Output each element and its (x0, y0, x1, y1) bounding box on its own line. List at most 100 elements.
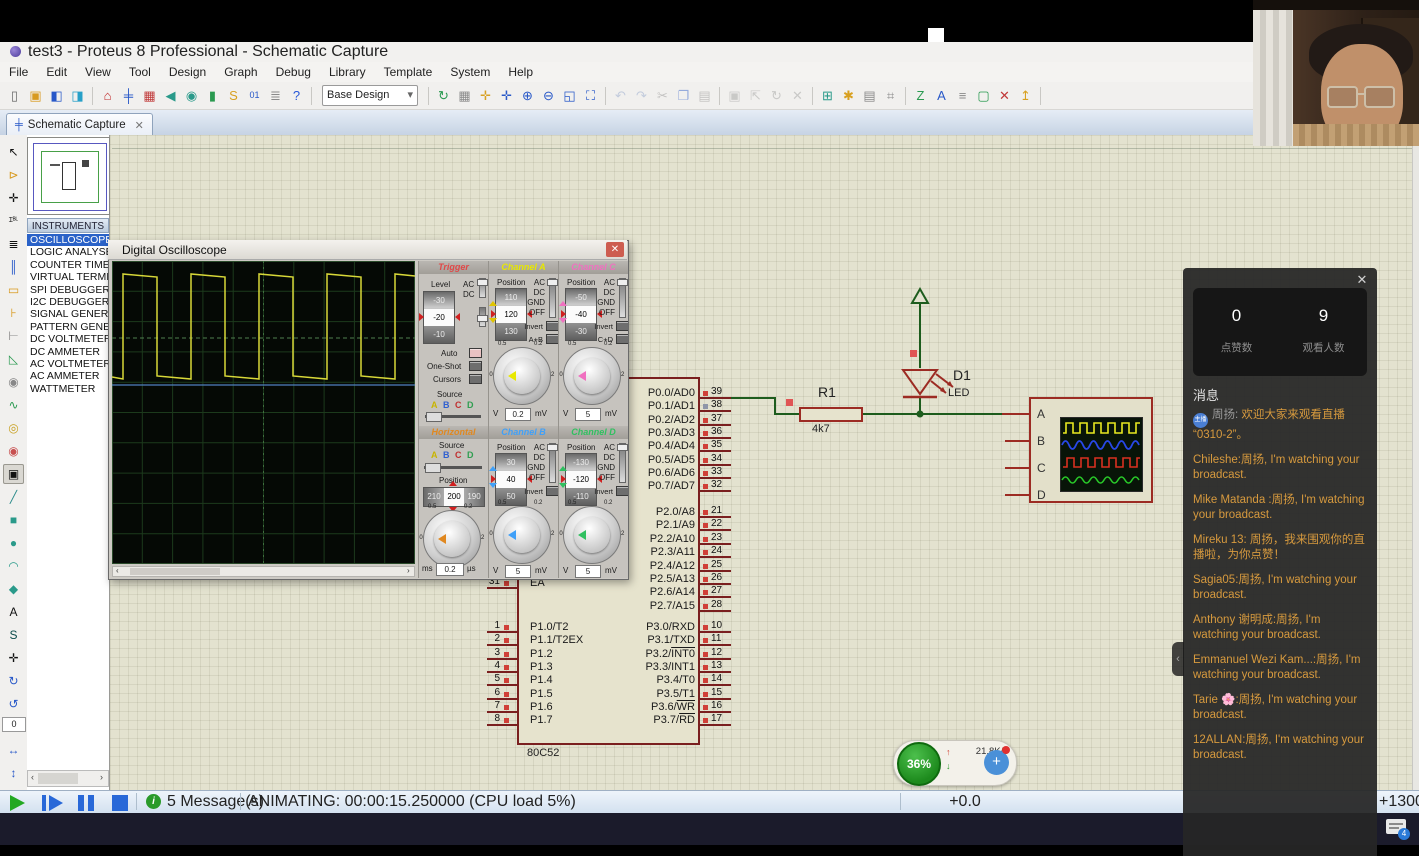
instrument-dc-voltmeter[interactable]: DC VOLTMETER (27, 333, 109, 345)
toolbar-redraw-display-icon[interactable]: ↻ (434, 86, 453, 105)
chat-close-icon[interactable]: ✕ (1354, 272, 1370, 288)
2d-line-mode-icon[interactable]: ╱ (3, 487, 24, 507)
channel-d-position-readout[interactable]: -130-120-110 (565, 453, 597, 506)
source-a[interactable]: A (431, 400, 438, 410)
source-b[interactable]: B (443, 400, 450, 410)
tab-schematic-capture[interactable]: ╪ Schematic Capture ✕ (6, 113, 153, 136)
trigger-edge-thumb[interactable] (477, 315, 488, 322)
channel-c-gain-knob[interactable]: 0.50.2202 (563, 347, 621, 405)
scroll-left-icon[interactable]: ‹ (31, 772, 34, 782)
toolbar-new-document-icon[interactable]: ▯ (5, 86, 24, 105)
text-script-mode-icon[interactable]: ≣ (3, 234, 24, 254)
2d-path-mode-icon[interactable]: ◆ (3, 579, 24, 599)
toolbar-help-icon[interactable]: ? (287, 86, 306, 105)
toolbar-property-assignment-tool-icon[interactable]: ≡ (953, 86, 972, 105)
toolbar-pcb-layout-module-icon[interactable]: ▦ (140, 86, 159, 105)
horizontal-timebase-knob[interactable]: 0.50.2202 (423, 510, 481, 568)
generator-mode-icon[interactable]: ∿ (3, 395, 24, 415)
virtual-instruments-mode-icon[interactable]: ▣ (3, 464, 24, 484)
toolbar-block-rotate-icon[interactable]: ↻ (767, 86, 786, 105)
toolbar-decompose-icon[interactable]: ⌗ (881, 86, 900, 105)
buses-mode-icon[interactable]: ║ (3, 257, 24, 277)
channel-b-gain-knob[interactable]: 0.50.2202 (493, 506, 551, 564)
tape-recorder-mode-icon[interactable]: ◉ (3, 372, 24, 392)
menu-template[interactable]: Template (375, 62, 442, 82)
instrument-signal-generator[interactable]: SIGNAL GENERATOR (27, 308, 109, 320)
panel-scrollbar-thumb[interactable] (38, 773, 78, 784)
channel-a-scale-box[interactable]: 0.2 (505, 408, 531, 421)
toolbar-open-design-icon[interactable]: ▣ (26, 86, 45, 105)
junction-dot-mode-icon[interactable]: ✛ (3, 188, 24, 208)
instrument-i2c-debugger[interactable]: I2C DEBUGGER (27, 296, 109, 308)
menu-system[interactable]: System (441, 62, 499, 82)
toolbar-gerber-viewer-icon[interactable]: ◀ (161, 86, 180, 105)
channel-c-c-d-button[interactable] (616, 334, 628, 344)
toolbar-undo-icon[interactable]: ↶ (611, 86, 630, 105)
2d-arc-mode-icon[interactable]: ◠ (3, 556, 24, 576)
play-button[interactable] (10, 795, 25, 811)
pause-button-icon[interactable] (88, 795, 94, 811)
channel-d-gain-knob[interactable]: 0.50.2202 (563, 506, 621, 564)
instrument-virtual-terminal[interactable]: VIRTUAL TERMINAL (27, 271, 109, 283)
horizontal-value-box[interactable]: 0.2 (436, 563, 464, 576)
toolbar-bill-of-materials-icon[interactable]: S (224, 86, 243, 105)
toolbar-make-device-icon[interactable]: ✱ (839, 86, 858, 105)
menu-debug[interactable]: Debug (267, 62, 320, 82)
toolbar-zoom-in-icon[interactable]: ⊕ (518, 86, 537, 105)
trigger-level-readout[interactable]: -30 -20 -10 (423, 291, 455, 344)
toolbar-zoom-all-icon[interactable]: ⛶ (581, 86, 600, 105)
toolbar-binary-module-icon[interactable]: 01 (245, 86, 264, 105)
source-d[interactable]: D (467, 400, 474, 410)
toolbar-redo-icon[interactable]: ↷ (632, 86, 651, 105)
toolbar-design-explorer-icon[interactable]: ◉ (182, 86, 201, 105)
oscilloscope-close-button[interactable]: ✕ (606, 242, 624, 257)
toolbar-import-project-icon[interactable]: ◨ (68, 86, 87, 105)
channel-a-gain-knob[interactable]: 0.50.2202 (493, 347, 551, 405)
toolbar-block-delete-icon[interactable]: ✕ (788, 86, 807, 105)
source-a[interactable]: A (431, 450, 438, 460)
horizontal-source-thumb[interactable] (425, 463, 441, 473)
instrument-ac-voltmeter[interactable]: AC VOLTMETER (27, 358, 109, 370)
toolbar-center-at-cursor-icon[interactable]: ✛ (497, 86, 516, 105)
device-pin-mode-icon[interactable]: ⊢ (3, 326, 24, 346)
channel-c-invert-button[interactable] (616, 321, 628, 331)
channel-b-position-readout[interactable]: 304050 (495, 453, 527, 506)
toolbar-zoom-area-icon[interactable]: ◱ (560, 86, 579, 105)
wire-label-mode-icon[interactable]: Ɪᴮᴸ (3, 211, 24, 231)
toolbar-paste-icon[interactable]: ▤ (695, 86, 714, 105)
toolbar-cut-icon[interactable]: ✂ (653, 86, 672, 105)
toolbar-home-page-icon[interactable]: ⌂ (98, 86, 117, 105)
rotate-anticlockwise-icon[interactable]: ↺ (3, 694, 24, 714)
voltage-probe-mode-icon[interactable]: ◎ (3, 418, 24, 438)
menu-edit[interactable]: Edit (37, 62, 76, 82)
toolbar-pick-parts-icon[interactable]: ⊞ (818, 86, 837, 105)
trigger-source-thumb[interactable] (426, 412, 442, 422)
toolbar-save-design-icon[interactable]: ◧ (47, 86, 66, 105)
pause-button[interactable] (78, 795, 84, 811)
channel-d-invert-button[interactable] (616, 486, 628, 496)
toolbar-schematic-capture-module-icon[interactable]: ╪ (119, 86, 138, 105)
toolbar-new-sheet-icon[interactable]: ▢ (974, 86, 993, 105)
angle-input[interactable]: 0 (2, 717, 26, 732)
toolbar-wire-autorouter-icon[interactable]: Z (911, 86, 930, 105)
menu-graph[interactable]: Graph (215, 62, 266, 82)
channel-b-scale-box[interactable]: 5 (505, 565, 531, 578)
oscilloscope-window-titlebar[interactable]: Digital Oscilloscope (108, 240, 627, 260)
subcircuit-mode-icon[interactable]: ▭ (3, 280, 24, 300)
trigger-coupling-thumb[interactable] (477, 279, 488, 286)
stop-button[interactable] (112, 795, 128, 811)
channel-c-position-readout[interactable]: -50-40-30 (565, 288, 597, 341)
toolbar-toggle-false-origin-icon[interactable]: ✛ (476, 86, 495, 105)
toolbar-remove-sheet-icon[interactable]: ✕ (995, 86, 1014, 105)
oscilloscope-hscroll-thumb[interactable] (130, 568, 220, 575)
current-probe-mode-icon[interactable]: ◉ (3, 441, 24, 461)
instrument-counter-timer[interactable]: COUNTER TIMER (27, 259, 109, 271)
step-button-icon[interactable] (49, 795, 63, 811)
selection-mode-icon[interactable]: ↖ (3, 142, 24, 162)
flip-horizontal-icon[interactable]: ↔ (3, 740, 24, 760)
toolbar-search-and-tag-icon[interactable]: A (932, 86, 951, 105)
channel-d-scale-box[interactable]: 5 (575, 565, 601, 578)
instrument-logic-analyser[interactable]: LOGIC ANALYSER (27, 246, 109, 258)
scroll-right-icon[interactable]: › (407, 566, 410, 575)
toolbar-toggle-grid-icon[interactable]: ▦ (455, 86, 474, 105)
